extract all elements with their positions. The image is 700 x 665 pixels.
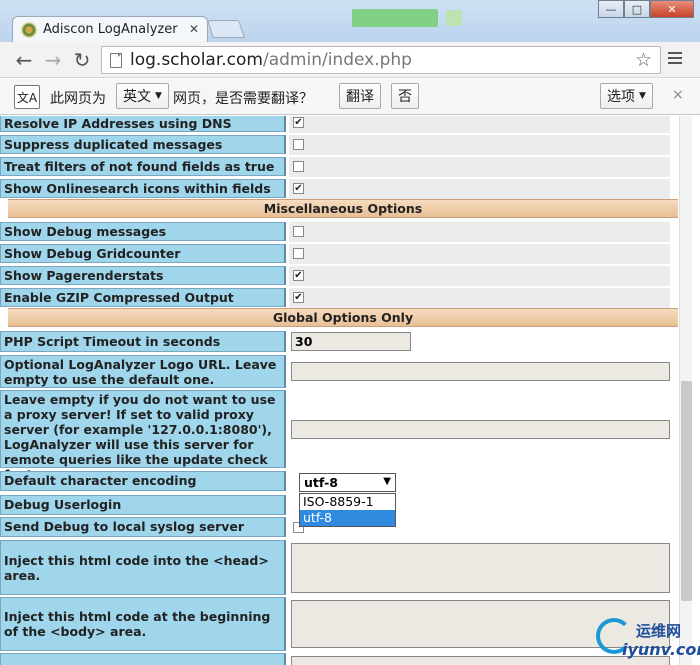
encoding-select[interactable]: utf-8 ▼	[299, 473, 396, 492]
page-icon	[110, 52, 122, 68]
empty-cell	[557, 222, 670, 243]
minimize-button[interactable]: —	[598, 0, 624, 18]
option-label: Suppress duplicated messages	[0, 135, 286, 154]
translate-bar: 文A 此网页为 英文 ▼ 网页，是否需要翻译？ 翻译 否 选项 ▼ ×	[0, 79, 700, 115]
option-label: Inject this html code at the beginning o…	[0, 597, 286, 651]
option-label: PHP Script Timeout in seconds	[0, 331, 286, 352]
option-checkbox[interactable]: ✔	[293, 292, 304, 303]
bookmark-star-icon[interactable]: ☆	[635, 49, 652, 71]
browser-titlebar: Adiscon LogAnalyzer :: A ✕ — □ ✕	[0, 0, 700, 42]
forward-arrow-icon[interactable]: →	[41, 48, 65, 72]
php-timeout-input[interactable]: 30	[291, 332, 411, 351]
watermark-line1: 运维网	[636, 622, 682, 640]
option-label: Resolve IP Addresses using DNS	[0, 116, 286, 132]
option-value-cell	[289, 135, 557, 156]
option-label: Enable GZIP Compressed Output	[0, 288, 286, 307]
empty-cell	[557, 288, 670, 309]
no-translate-button[interactable]: 否	[391, 83, 419, 109]
scroll-thumb[interactable]	[681, 381, 692, 601]
option-label: Leave empty if you do not want to use a …	[0, 390, 286, 482]
option-value-cell: 30	[289, 329, 670, 355]
option-checkbox[interactable]	[293, 139, 304, 150]
translate-text-after: 网页，是否需要翻译？	[173, 91, 313, 107]
page-content: Resolve IP Addresses using DNS ✔ Suppres…	[0, 116, 700, 665]
translate-text-before: 此网页为	[50, 91, 106, 107]
reload-icon[interactable]: ↻	[70, 48, 94, 72]
option-label: Treat filters of not found fields as tru…	[0, 157, 286, 176]
translate-icon: 文A	[14, 85, 40, 109]
option-label: Send Debug to local syslog server	[0, 517, 286, 537]
tab-close-icon[interactable]: ✕	[189, 22, 199, 36]
option-checkbox[interactable]	[293, 161, 304, 172]
inject-head-textarea[interactable]	[291, 543, 670, 593]
option-value-cell: ✔	[289, 116, 557, 134]
option-checkbox[interactable]: ✔	[293, 183, 304, 194]
url-path: /admin/index.php	[262, 50, 412, 70]
options-button[interactable]: 选项 ▼	[600, 83, 653, 109]
empty-cell	[557, 116, 670, 134]
option-label: Show Onlinesearch icons within fields	[0, 179, 286, 198]
dropdown-option[interactable]: ISO-8859-1	[300, 494, 395, 510]
menu-hamburger-icon[interactable]	[668, 52, 682, 67]
url-host: log.scholar.com	[130, 50, 263, 70]
empty-cell	[557, 179, 670, 200]
watermark-logo: 运维网 iyunv.com	[590, 612, 700, 662]
dropdown-arrow-icon: ▼	[383, 476, 391, 487]
option-checkbox[interactable]	[293, 248, 304, 259]
empty-cell	[557, 157, 670, 178]
translate-button[interactable]: 翻译	[339, 83, 381, 109]
vertical-scrollbar[interactable]	[679, 116, 692, 665]
empty-cell	[557, 266, 670, 287]
option-label: Default character encoding	[0, 471, 286, 491]
proxy-input[interactable]	[291, 420, 670, 439]
option-label: Show Debug Gridcounter	[0, 244, 286, 263]
source-language-select[interactable]: 英文 ▼	[116, 83, 169, 109]
option-checkbox[interactable]	[293, 226, 304, 237]
back-arrow-icon[interactable]: ←	[12, 48, 36, 72]
empty-cell	[557, 244, 670, 265]
browser-tab[interactable]: Adiscon LogAnalyzer :: A ✕	[12, 16, 208, 42]
window-controls: — □ ✕	[598, 0, 694, 18]
translate-close-icon[interactable]: ×	[672, 87, 684, 103]
option-value-cell	[289, 355, 670, 389]
blurred-badge	[352, 9, 438, 27]
option-label: Inject this html code into the <head> ar…	[0, 540, 286, 595]
maximize-button[interactable]: □	[624, 0, 650, 18]
tab-title: Adiscon LogAnalyzer :: A	[43, 22, 183, 37]
option-label: Debug Userlogin	[0, 495, 286, 515]
option-label: Optional LogAnalyzer Logo URL. Leave emp…	[0, 355, 286, 388]
chevron-down-icon: ▼	[155, 91, 162, 101]
close-window-button[interactable]: ✕	[650, 0, 694, 18]
option-value-cell	[289, 244, 557, 265]
favicon-icon	[21, 21, 37, 38]
option-value-cell	[289, 222, 557, 243]
logo-url-input[interactable]	[291, 362, 670, 381]
watermark-line2: iyunv.com	[622, 640, 700, 659]
section-header-global: Global Options Only	[8, 308, 678, 327]
option-value-cell	[289, 390, 670, 469]
section-header-misc: Miscellaneous Options	[8, 199, 678, 218]
address-bar[interactable]: log.scholar.com/admin/index.php ☆	[101, 46, 661, 74]
option-value-cell: ✔	[289, 266, 557, 287]
empty-cell	[557, 135, 670, 156]
option-value-cell: ✔	[289, 179, 557, 200]
option-value-cell	[289, 540, 670, 596]
options-label: 选项	[607, 89, 635, 105]
option-label: Show Debug messages	[0, 222, 286, 241]
dropdown-option-selected[interactable]: utf-8	[300, 510, 395, 526]
browser-toolbar: ← → ↻ log.scholar.com/admin/index.php ☆	[0, 42, 700, 78]
option-checkbox[interactable]: ✔	[293, 117, 304, 128]
encoding-dropdown: ISO-8859-1 utf-8	[299, 493, 396, 527]
option-label: Show Pagerenderstats	[0, 266, 286, 285]
blurred-icon	[446, 10, 462, 26]
option-checkbox[interactable]: ✔	[293, 270, 304, 281]
source-language-label: 英文	[123, 89, 151, 105]
option-value-cell: ✔	[289, 288, 557, 309]
option-value-cell	[289, 157, 557, 178]
option-label	[0, 653, 286, 665]
new-tab-button[interactable]	[207, 20, 245, 38]
encoding-selected-value: utf-8	[304, 475, 338, 490]
chevron-down-icon: ▼	[639, 91, 646, 101]
